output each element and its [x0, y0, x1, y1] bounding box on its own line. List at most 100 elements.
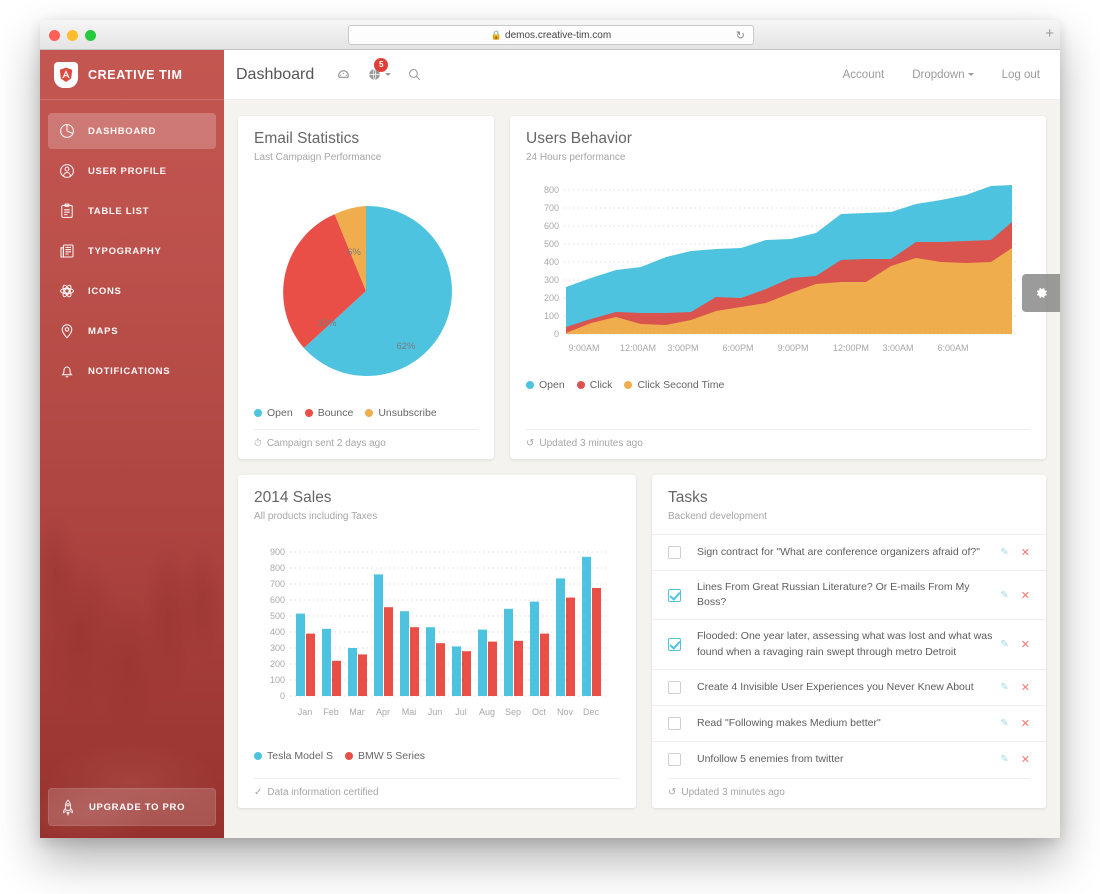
topnav-links: Account Dropdown Log out — [843, 69, 1040, 81]
card-footer-text: Data information certified — [267, 787, 379, 798]
new-tab-button[interactable]: + — [1045, 26, 1054, 41]
y-tick: 800 — [544, 185, 559, 195]
legend-item[interactable]: Open — [526, 379, 565, 391]
legend-item[interactable]: Open — [254, 407, 293, 419]
card-subtitle: Last Campaign Performance — [254, 152, 382, 163]
y-tick: 200 — [270, 659, 285, 669]
browser-window: 🔒 demos.creative-tim.com ↻ + CREATIVE TI… — [40, 20, 1060, 838]
sidebar-item-label: USER PROFILE — [88, 165, 167, 177]
dashboard-row-2: 2014 Sales All products including Taxes — [238, 475, 1046, 808]
legend-item[interactable]: Click — [576, 379, 612, 391]
angular-shield-icon — [54, 61, 78, 88]
edit-pencil-icon[interactable]: ✎ — [1000, 682, 1008, 693]
legend-item[interactable]: BMW 5 Series — [344, 750, 425, 762]
globe-icon[interactable]: 5 — [367, 58, 392, 82]
task-text: Unfollow 5 enemies from twitter — [697, 753, 844, 766]
table-row: Create 4 Invisible User Experiences you … — [652, 670, 1046, 706]
sidebar-item-icons[interactable]: ICONS — [48, 273, 216, 309]
area-legend: Open Click Click Second Time — [526, 369, 1030, 401]
card-tasks: Tasks Backend development Sign contract … — [652, 475, 1046, 808]
card-title: Email Statistics — [254, 130, 360, 147]
task-checkbox[interactable] — [668, 588, 681, 602]
address-bar[interactable]: 🔒 demos.creative-tim.com ↻ — [348, 25, 754, 45]
edit-pencil-icon[interactable]: ✎ — [1000, 590, 1008, 601]
table-row: Sign contract for "What are conference o… — [652, 535, 1046, 571]
edit-pencil-icon[interactable]: ✎ — [1000, 547, 1008, 558]
user-circle-icon — [54, 163, 80, 179]
legend-dot-open — [526, 381, 534, 389]
main-area: Dashboard 5 Account Dropdown Log out Ema… — [224, 50, 1060, 838]
close-window-button[interactable] — [49, 30, 60, 41]
sidebar-item-label: MAPS — [88, 325, 119, 337]
gear-icon[interactable] — [1022, 274, 1060, 312]
legend-item[interactable]: Tesla Model S — [254, 750, 333, 762]
legend-item[interactable]: Unsubscribe — [365, 407, 437, 419]
edit-pencil-icon[interactable]: ✎ — [1000, 718, 1008, 729]
legend-label: Unsubscribe — [378, 407, 437, 419]
x-tick: Mai — [402, 707, 417, 717]
task-actions: ✎ ✕ — [1000, 753, 1030, 766]
sidebar: CREATIVE TIM DASHBOARD USER PROFILE TABL… — [40, 50, 224, 838]
close-x-icon[interactable]: ✕ — [1021, 753, 1030, 766]
edit-pencil-icon[interactable]: ✎ — [1000, 639, 1008, 650]
rocket-icon — [55, 799, 81, 816]
x-tick: 6:00AM — [937, 343, 968, 353]
card-header: Tasks Backend development — [652, 475, 1046, 534]
maximize-window-button[interactable] — [85, 30, 96, 41]
x-tick: Nov — [557, 707, 574, 717]
check-icon: ✓ — [254, 787, 263, 798]
task-checkbox[interactable] — [668, 680, 681, 694]
close-x-icon[interactable]: ✕ — [1021, 546, 1030, 559]
pie-value-bounce: 32% — [317, 318, 337, 329]
reload-icon[interactable]: ↻ — [736, 29, 745, 42]
card-footer-text: Updated 3 minutes ago — [539, 438, 643, 449]
brand[interactable]: CREATIVE TIM — [40, 50, 224, 100]
y-tick: 600 — [270, 595, 285, 605]
card-header: Users Behavior 24 Hours performance — [510, 116, 1046, 167]
topnav-link-label: Dropdown — [912, 68, 965, 81]
sidebar-item-typography[interactable]: TYPOGRAPHY — [48, 233, 216, 269]
task-actions: ✎ ✕ — [1000, 717, 1030, 730]
edit-pencil-icon[interactable]: ✎ — [1000, 754, 1008, 765]
x-tick: Feb — [323, 707, 339, 717]
y-tick: 400 — [544, 257, 559, 267]
sidebar-item-user-profile[interactable]: USER PROFILE — [48, 153, 216, 189]
history-icon: ↺ — [668, 787, 677, 798]
pie-legend: Open Bounce Unsubscribe — [254, 401, 478, 429]
pie-value-unsubscribe: 6% — [347, 247, 361, 258]
topnav-link-logout[interactable]: Log out — [1002, 69, 1040, 81]
topnav-link-dropdown[interactable]: Dropdown — [912, 68, 974, 81]
x-tick: 3:00PM — [667, 343, 698, 353]
card-title: Tasks — [668, 489, 708, 506]
task-checkbox[interactable] — [668, 716, 681, 730]
minimize-window-button[interactable] — [67, 30, 78, 41]
task-text: Lines From Great Russian Literature? Or … — [697, 581, 970, 609]
close-x-icon[interactable]: ✕ — [1021, 638, 1030, 651]
x-tick: Oct — [532, 707, 547, 717]
sidebar-item-label: TABLE LIST — [88, 205, 150, 217]
table-row: Unfollow 5 enemies from twitter ✎ ✕ — [652, 742, 1046, 778]
task-checkbox[interactable] — [668, 638, 681, 652]
bell-icon — [54, 363, 80, 379]
window-traffic-lights — [49, 30, 96, 41]
legend-item[interactable]: Click Second Time — [624, 379, 724, 391]
close-x-icon[interactable]: ✕ — [1021, 589, 1030, 602]
sidebar-item-maps[interactable]: MAPS — [48, 313, 216, 349]
close-x-icon[interactable]: ✕ — [1021, 717, 1030, 730]
legend-label: Click Second Time — [637, 379, 725, 391]
upgrade-to-pro-button[interactable]: UPGRADE TO PRO — [48, 788, 216, 826]
task-checkbox[interactable] — [668, 753, 681, 767]
sidebar-item-table-list[interactable]: TABLE LIST — [48, 193, 216, 229]
topnav-link-account[interactable]: Account — [843, 69, 885, 81]
tasks-list: Sign contract for "What are conference o… — [652, 534, 1046, 778]
task-checkbox[interactable] — [668, 546, 681, 559]
legend-item[interactable]: Bounce — [304, 407, 353, 419]
task-actions: ✎ ✕ — [1000, 638, 1030, 651]
x-tick: 12:00AM — [620, 343, 656, 353]
search-icon[interactable] — [407, 67, 422, 82]
close-x-icon[interactable]: ✕ — [1021, 681, 1030, 694]
sidebar-item-label: DASHBOARD — [88, 125, 157, 137]
sidebar-item-dashboard[interactable]: DASHBOARD — [48, 113, 216, 149]
dashboard-gauge-icon[interactable] — [336, 67, 351, 82]
sidebar-item-notifications[interactable]: NOTIFICATIONS — [48, 353, 216, 389]
